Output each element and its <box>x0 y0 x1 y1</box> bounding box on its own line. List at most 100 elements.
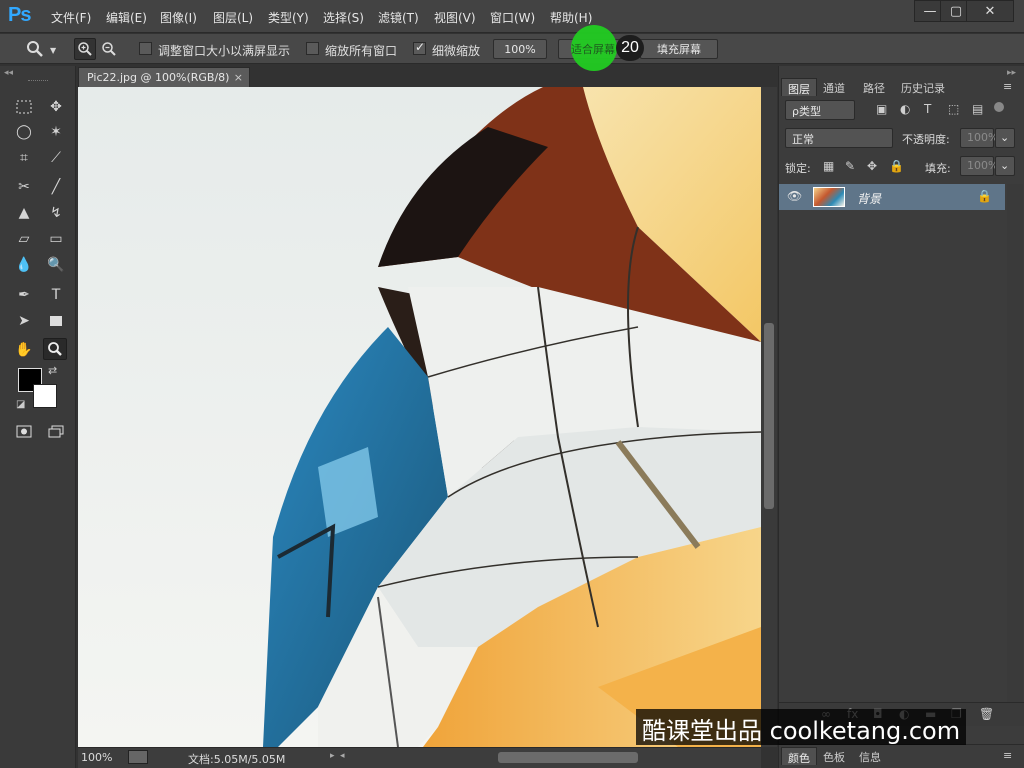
zoom-tool-preset-icon[interactable] <box>24 40 46 58</box>
menu-window[interactable]: 窗口(W) <box>490 9 535 26</box>
history-brush-icon[interactable]: ↯ <box>44 202 68 224</box>
tab-color[interactable]: 颜色 <box>781 747 817 765</box>
lock-label: 锁定: <box>785 162 811 175</box>
shape-filter-icon[interactable]: ⬚ <box>948 102 959 116</box>
grip-icon[interactable] <box>28 80 48 83</box>
healing-brush-icon[interactable]: ✂ <box>12 176 36 198</box>
swap-colors-icon[interactable]: ⇄ <box>48 364 57 377</box>
brush-tool-icon[interactable]: ╱ <box>44 176 68 198</box>
lasso-tool-icon[interactable]: ◯ <box>12 121 36 143</box>
chevron-down-icon[interactable]: ▼ <box>50 46 56 55</box>
lock-position-icon[interactable]: ✥ <box>867 159 877 173</box>
quick-mask-icon[interactable] <box>12 420 36 442</box>
tab-history[interactable]: 历史记录 <box>901 78 945 96</box>
vertical-scrollbar[interactable] <box>761 87 777 747</box>
eyedropper-icon[interactable]: ⟋ <box>44 147 68 169</box>
screen-mode-icon[interactable] <box>44 420 68 442</box>
blur-tool-icon[interactable]: 💧 <box>12 254 36 276</box>
move-tool-icon[interactable]: ✥ <box>44 96 68 118</box>
layer-name[interactable]: 背景 <box>857 190 881 207</box>
opacity-input[interactable]: 100% <box>960 128 998 148</box>
tab-layers[interactable]: 图层 <box>781 78 817 96</box>
zoom-all-windows-label: 缩放所有窗口 <box>325 44 398 58</box>
rectangle-tool-icon[interactable] <box>44 310 68 332</box>
gradient-tool-icon[interactable]: ▭ <box>44 228 68 250</box>
menu-file[interactable]: 文件(F) <box>51 9 91 26</box>
pen-tool-icon[interactable]: ✒ <box>12 284 36 306</box>
background-color-swatch[interactable] <box>33 384 57 408</box>
blend-mode-select[interactable]: 正常 <box>785 128 893 148</box>
path-selection-icon[interactable]: ➤ <box>12 310 36 332</box>
scrubby-zoom-label: 细微缩放 <box>432 44 481 58</box>
zoom-all-windows-checkbox[interactable] <box>306 42 319 55</box>
filter-toggle-icon[interactable] <box>994 102 1004 112</box>
panel-collapse-icon[interactable]: ▸▸ <box>1007 68 1016 78</box>
horizontal-scroll-thumb[interactable] <box>498 752 638 763</box>
menu-edit[interactable]: 编辑(E) <box>106 9 147 26</box>
scroll-left-icon[interactable]: ◂ <box>340 751 345 761</box>
close-document-icon[interactable]: × <box>234 71 243 84</box>
layers-scrollbar[interactable] <box>1007 184 1023 704</box>
scrubby-zoom-checkbox[interactable] <box>413 40 426 55</box>
adjustment-filter-icon[interactable]: ◐ <box>900 102 910 116</box>
photoshop-window: Ps 文件(F) 编辑(E) 图像(I) 图层(L) 类型(Y) 选择(S) 滤… <box>0 0 1024 768</box>
tab-swatches[interactable]: 色板 <box>823 747 845 765</box>
lock-transparent-icon[interactable]: ▦ <box>823 159 834 173</box>
vertical-scroll-thumb[interactable] <box>764 323 774 509</box>
status-menu-icon[interactable]: ▸ <box>330 751 335 761</box>
tools-panel: ◂◂ ✥ ◯ ✶ ⌗ ⟋ ✂ ╱ ▲ ↯ ▱ ▭ 💧 🔍 ✒ T ➤ ✋ ⇄ ◪ <box>0 66 76 768</box>
collapse-icon[interactable]: ◂◂ <box>4 68 13 78</box>
magic-wand-icon[interactable]: ✶ <box>44 121 68 143</box>
eraser-icon[interactable]: ▱ <box>12 228 36 250</box>
close-button[interactable]: ✕ <box>966 0 1014 22</box>
pixel-filter-icon[interactable]: ▣ <box>876 102 887 116</box>
menu-filter[interactable]: 滤镜(T) <box>378 9 419 26</box>
default-colors-icon[interactable]: ◪ <box>16 399 25 410</box>
menu-type[interactable]: 类型(Y) <box>268 9 309 26</box>
document-size: 文档:5.05M/5.05M <box>188 753 286 766</box>
menu-layer[interactable]: 图层(L) <box>213 9 253 26</box>
type-filter-icon[interactable]: T <box>924 102 931 116</box>
delete-layer-icon[interactable]: 🗑 <box>979 707 994 721</box>
zoom-in-icon[interactable] <box>74 38 96 60</box>
resize-window-checkbox[interactable] <box>139 42 152 55</box>
tab-paths[interactable]: 路径 <box>863 78 885 96</box>
crop-tool-icon[interactable]: ⌗ <box>12 147 36 169</box>
zoom-level[interactable]: 100% <box>81 751 112 764</box>
tab-channels[interactable]: 通道 <box>823 78 845 96</box>
menu-select[interactable]: 选择(S) <box>323 9 364 26</box>
fill-screen-button[interactable]: 填充屏幕 <box>640 39 718 59</box>
layers-panel: ▸▸ 图层 通道 路径 历史记录 ≡ ρ类型 ▣ ◐ T ⬚ ▤ 正常 不透明度… <box>778 66 1024 768</box>
document-tab[interactable]: Pic22.jpg @ 100%(RGB/8) × <box>78 67 250 87</box>
status-info-icon[interactable] <box>128 750 148 764</box>
marquee-tool-icon[interactable] <box>12 96 36 118</box>
layer-thumbnail <box>813 187 845 207</box>
menu-help[interactable]: 帮助(H) <box>550 9 592 26</box>
panel-menu-icon[interactable]: ≡ <box>1003 80 1012 93</box>
menu-image[interactable]: 图像(I) <box>160 9 197 26</box>
clone-stamp-icon[interactable]: ▲ <box>12 202 36 224</box>
fill-input[interactable]: 100% <box>960 156 998 176</box>
smart-object-filter-icon[interactable]: ▤ <box>972 102 983 116</box>
color-panel-menu-icon[interactable]: ≡ <box>1003 749 1012 762</box>
type-tool-icon[interactable]: T <box>44 284 68 306</box>
zoom-100-button[interactable]: 100% <box>493 39 547 59</box>
dodge-tool-icon[interactable]: 🔍 <box>44 254 68 276</box>
zoom-tool-icon[interactable] <box>43 338 67 360</box>
fill-dropdown-icon[interactable]: ⌄ <box>995 156 1015 176</box>
zoom-out-icon[interactable] <box>98 38 120 60</box>
lock-all-icon[interactable]: 🔒 <box>889 159 904 173</box>
menu-bar: Ps 文件(F) 编辑(E) 图像(I) 图层(L) 类型(Y) 选择(S) 滤… <box>0 0 1024 33</box>
visibility-eye-icon[interactable]: 👁 <box>787 189 802 203</box>
tab-info[interactable]: 信息 <box>859 747 881 765</box>
color-panel-tabs: 颜色 色板 信息 ≡ <box>779 744 1024 768</box>
opacity-dropdown-icon[interactable]: ⌄ <box>995 128 1015 148</box>
layer-row-background[interactable]: 👁 背景 🔒 <box>779 184 1005 210</box>
step-number-badge: 20 <box>616 35 644 61</box>
lock-pixels-icon[interactable]: ✎ <box>845 159 855 173</box>
layer-filter-select[interactable]: ρ类型 <box>785 100 855 120</box>
document-canvas[interactable] <box>78 87 761 747</box>
hand-tool-icon[interactable]: ✋ <box>12 339 36 361</box>
menu-view[interactable]: 视图(V) <box>434 9 476 26</box>
watermark: 酷课堂出品 coolketang.com <box>636 709 967 745</box>
